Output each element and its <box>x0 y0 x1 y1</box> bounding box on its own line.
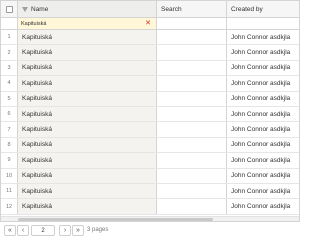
name-cell[interactable]: Kapituiská <box>18 168 157 183</box>
row-number: 9 <box>1 153 18 168</box>
search-cell[interactable] <box>157 199 227 214</box>
table-row[interactable]: 1 Kapituiská John Connor asdkjla <box>1 30 299 46</box>
search-cell[interactable] <box>157 122 227 137</box>
search-filter-input[interactable] <box>157 18 227 29</box>
created-by-cell[interactable]: John Connor asdkjla <box>227 61 299 75</box>
search-cell[interactable] <box>157 60 227 76</box>
table-row[interactable]: 3 Kapituiská John Connor asdkjla <box>1 60 299 77</box>
name-filter-input[interactable]: Kapituiská ✕ <box>18 18 157 29</box>
created-by-cell[interactable]: John Connor asdkjla <box>227 30 299 44</box>
row-number: 5 <box>1 91 18 106</box>
last-page-button[interactable]: » <box>72 225 84 236</box>
double-chevron-right-icon: » <box>76 227 80 234</box>
created-by-cell[interactable]: John Connor asdkjla <box>227 92 299 106</box>
created-by-cell[interactable]: John Connor asdkjla <box>227 76 299 90</box>
total-pages-label: 3 pages <box>87 227 109 233</box>
row-number: 7 <box>1 122 18 137</box>
created-by-cell[interactable]: John Connor asdkjla <box>227 153 299 167</box>
row-number: 11 <box>1 184 18 199</box>
column-header-label: Name <box>31 5 49 13</box>
page-number-input[interactable]: 2 <box>31 225 55 236</box>
row-number: 6 <box>1 107 18 122</box>
row-number: 12 <box>1 199 18 214</box>
search-cell[interactable] <box>157 168 227 183</box>
table-row[interactable]: 12 Kapituiská John Connor asdkjla <box>1 199 299 215</box>
current-page-value: 2 <box>41 227 45 234</box>
table-row[interactable]: 5 Kapituiská John Connor asdkjla <box>1 91 299 107</box>
name-cell[interactable]: Kapituiská <box>18 107 157 122</box>
row-number: 8 <box>1 137 18 153</box>
row-number: 10 <box>1 168 18 183</box>
column-header-label: Search <box>161 5 182 13</box>
name-cell[interactable]: Kapituiská <box>18 76 157 91</box>
next-page-button[interactable]: › <box>59 225 71 236</box>
horizontal-scrollbar[interactable] <box>1 216 299 221</box>
created-by-cell[interactable]: John Connor asdkjla <box>227 138 299 152</box>
created-by-cell[interactable]: John Connor asdkjla <box>227 169 299 183</box>
created-by-cell[interactable]: John Connor asdkjla <box>227 184 299 198</box>
filter-row: Kapituiská ✕ <box>1 18 299 30</box>
previous-page-button[interactable]: ‹ <box>17 225 29 236</box>
created-by-cell[interactable]: John Connor asdkjla <box>227 199 299 213</box>
name-filter-value: Kapituiská <box>21 20 47 27</box>
name-cell[interactable]: Kapituiská <box>18 91 157 106</box>
search-cell[interactable] <box>157 91 227 106</box>
name-cell[interactable]: Kapituiská <box>18 137 157 153</box>
name-cell[interactable]: Kapituiská <box>18 153 157 168</box>
created-by-cell[interactable]: John Connor asdkjla <box>227 45 299 59</box>
created-by-cell[interactable]: John Connor asdkjla <box>227 122 299 136</box>
search-cell[interactable] <box>157 184 227 199</box>
pagination-bar: « ‹ 2 › » 3 pages <box>0 223 300 240</box>
row-number: 3 <box>1 60 18 76</box>
table-row[interactable]: 7 Kapituiská John Connor asdkjla <box>1 122 299 138</box>
table-row[interactable]: 2 Kapituiská John Connor asdkjla <box>1 45 299 61</box>
table-row[interactable]: 4 Kapituiská John Connor asdkjla <box>1 76 299 92</box>
chevron-right-icon: › <box>63 227 67 234</box>
grid-header: Name Search Created by <box>1 1 299 18</box>
search-cell[interactable] <box>157 153 227 168</box>
search-cell[interactable] <box>157 30 227 45</box>
table-row[interactable]: 8 Kapituiská John Connor asdkjla <box>1 137 299 154</box>
table-row[interactable]: 6 Kapituiská John Connor asdkjla <box>1 107 299 123</box>
table-row[interactable]: 11 Kapituiská John Connor asdkjla <box>1 184 299 200</box>
name-cell[interactable]: Kapituiská <box>18 199 157 214</box>
select-all-cell <box>1 1 18 17</box>
scrollbar-thumb[interactable] <box>18 218 213 221</box>
data-grid: Name Search Created by Kapituiská ✕ 1 Kap… <box>0 0 300 222</box>
search-cell[interactable] <box>157 45 227 60</box>
search-cell[interactable] <box>157 137 227 153</box>
column-header-label: Created by <box>231 5 263 13</box>
column-header-created-by[interactable]: Created by <box>227 1 299 17</box>
created-by-filter-input[interactable] <box>227 18 299 29</box>
table-row[interactable]: 10 Kapituiská John Connor asdkjla <box>1 168 299 184</box>
clear-filter-icon[interactable]: ✕ <box>145 20 151 27</box>
sort-icon[interactable] <box>22 6 28 12</box>
table-row[interactable]: 9 Kapituiská John Connor asdkjla <box>1 153 299 169</box>
row-number: 1 <box>1 30 18 45</box>
row-number: 2 <box>1 45 18 60</box>
name-cell[interactable]: Kapituiská <box>18 60 157 76</box>
row-number: 4 <box>1 76 18 91</box>
name-cell[interactable]: Kapituiská <box>18 184 157 199</box>
grid-body: 1 Kapituiská John Connor asdkjla 2 Kapituisk… <box>1 30 299 217</box>
name-cell[interactable]: Kapituiská <box>18 30 157 45</box>
column-header-search[interactable]: Search <box>157 1 227 17</box>
created-by-cell[interactable]: John Connor asdkjla <box>227 107 299 121</box>
search-cell[interactable] <box>157 76 227 91</box>
chevron-left-icon: ‹ <box>21 227 25 234</box>
double-chevron-left-icon: « <box>8 227 12 234</box>
column-header-name[interactable]: Name <box>18 1 157 17</box>
name-cell[interactable]: Kapituiská <box>18 122 157 137</box>
filter-row-spacer <box>1 18 18 29</box>
select-all-checkbox[interactable] <box>5 5 13 13</box>
name-cell[interactable]: Kapituiská <box>18 45 157 60</box>
search-cell[interactable] <box>157 107 227 122</box>
first-page-button[interactable]: « <box>4 225 16 236</box>
